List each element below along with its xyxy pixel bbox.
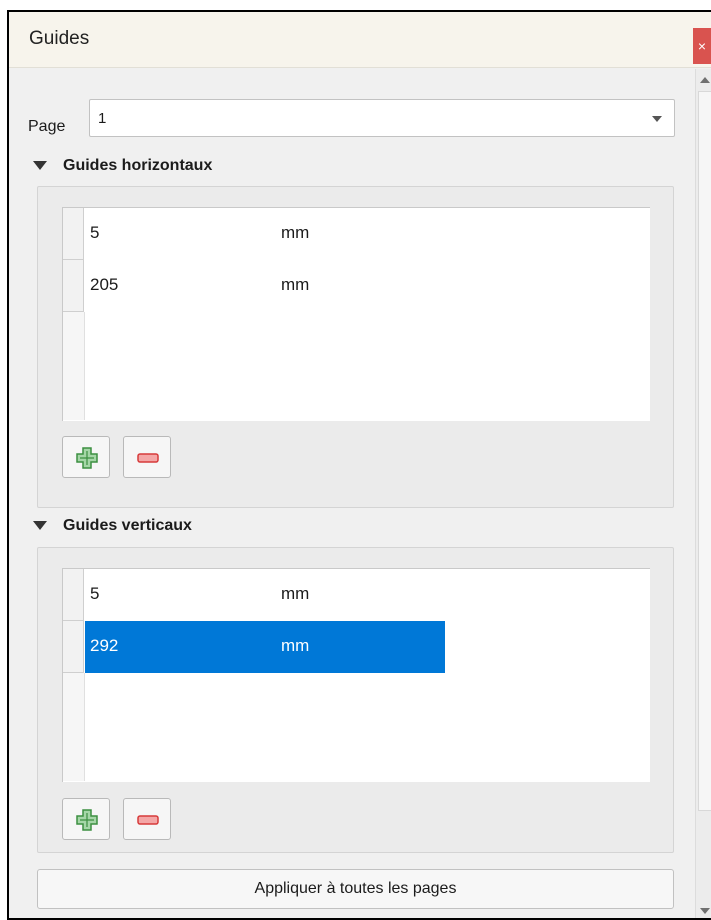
add-vertical-guide-button[interactable] (62, 798, 110, 840)
guide-unit: mm (281, 584, 310, 603)
section-title-horizontal: Guides horizontaux (63, 157, 213, 174)
add-horizontal-guide-button[interactable] (62, 436, 110, 478)
guide-row[interactable]: 5 mm (63, 569, 649, 621)
page-label: Page (28, 118, 66, 135)
panel-titlebar: Guides × (9, 12, 711, 68)
row-header-filler (63, 312, 85, 420)
panel-content: Page 1 Guides horizontaux 5 mm 205 mm Gu… (9, 69, 694, 918)
row-header[interactable] (63, 208, 84, 260)
scrollbar-thumb[interactable] (698, 91, 711, 811)
page-select-value: 1 (98, 110, 107, 127)
guide-unit: mm (281, 636, 310, 655)
vertical-scrollbar[interactable] (695, 69, 711, 918)
scroll-down-arrow-icon[interactable] (700, 908, 710, 914)
section-header-horizontal[interactable]: Guides horizontaux (33, 157, 212, 175)
guide-value-cell[interactable]: 292 mm (85, 621, 445, 673)
guide-value: 5 (90, 223, 100, 242)
guide-value: 292 (90, 636, 119, 655)
chevron-down-icon (652, 116, 662, 122)
section-title-vertical: Guides verticaux (63, 517, 192, 534)
vertical-guides-list[interactable]: 5 mm 292 mm (62, 568, 650, 782)
plus-icon (76, 447, 98, 469)
guide-unit: mm (281, 275, 310, 294)
minus-icon (137, 815, 159, 825)
guide-row[interactable]: 5 mm (63, 208, 649, 260)
collapse-triangle-icon (33, 521, 47, 531)
row-header[interactable] (63, 260, 84, 312)
guide-value: 5 (90, 584, 100, 603)
guide-value-cell[interactable]: 5 mm (85, 569, 445, 621)
remove-vertical-guide-button[interactable] (123, 798, 171, 840)
row-header[interactable] (63, 569, 84, 621)
minus-icon (137, 453, 159, 463)
collapse-triangle-icon (33, 161, 47, 171)
row-header[interactable] (63, 621, 84, 673)
guide-row[interactable]: 205 mm (63, 260, 649, 312)
horizontal-guides-group: 5 mm 205 mm (37, 186, 674, 508)
page-select[interactable]: 1 (89, 99, 675, 137)
apply-to-all-pages-button[interactable]: Appliquer à toutes les pages (37, 869, 674, 909)
guide-unit: mm (281, 223, 310, 242)
vertical-guides-group: 5 mm 292 mm (37, 547, 674, 853)
guide-row-selected[interactable]: 292 mm (63, 621, 649, 673)
remove-horizontal-guide-button[interactable] (123, 436, 171, 478)
close-button[interactable]: × (693, 28, 711, 64)
plus-icon (76, 809, 98, 831)
section-header-vertical[interactable]: Guides verticaux (33, 517, 192, 535)
row-header-filler (63, 673, 85, 781)
guide-value-cell[interactable]: 205 mm (85, 260, 445, 312)
guide-value-cell[interactable]: 5 mm (85, 208, 445, 260)
panel-title: Guides (29, 28, 90, 49)
guides-panel: Guides × Page 1 Guides horizontaux 5 mm (7, 10, 711, 920)
guide-value: 205 (90, 275, 119, 294)
horizontal-guides-list[interactable]: 5 mm 205 mm (62, 207, 650, 421)
scroll-up-arrow-icon[interactable] (700, 77, 710, 83)
